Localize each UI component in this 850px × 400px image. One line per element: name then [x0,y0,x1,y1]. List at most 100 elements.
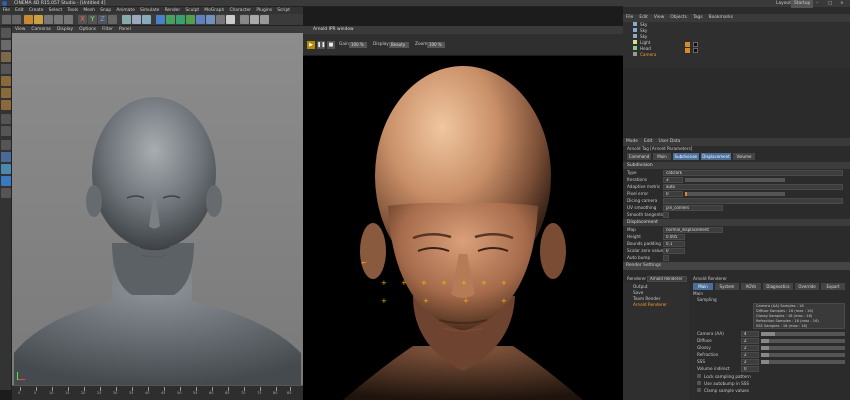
live-selection-icon[interactable] [24,15,33,24]
menu-mograph[interactable]: MoGraph [202,7,227,14]
array-icon[interactable] [186,15,195,24]
rs-tab-system[interactable]: System [715,283,739,290]
rs-tab-diagnostics[interactable]: Diagnostics [763,283,793,290]
cube-icon[interactable] [156,15,165,24]
x-axis-icon[interactable]: X [78,15,87,24]
scalar-zero-field[interactable]: 0 [663,248,685,254]
tweak-mode-icon[interactable] [1,126,11,136]
iterations-slider[interactable] [685,178,785,182]
viewport-menu-view[interactable]: View [12,26,28,33]
sss-slider[interactable] [761,360,845,364]
y-axis-icon[interactable]: Y [88,15,97,24]
tab-displacement[interactable]: Displacement [701,153,731,160]
menu-create[interactable]: Create [26,7,46,14]
menu-select[interactable]: Select [46,7,65,14]
zoom-field[interactable]: 100 % [427,42,445,48]
attr-menu-edit[interactable]: Edit [641,138,656,146]
refraction-slider[interactable] [761,353,845,357]
layout-dropdown[interactable]: Startup [791,0,814,8]
camera-aa-field[interactable]: 4 [741,331,759,337]
minimize-button[interactable]: – [813,0,821,8]
rs-item-arnold-renderer[interactable]: Arnold Renderer [633,302,667,308]
iterations-field[interactable]: 3 [663,177,683,183]
object-row[interactable]: Camera [633,52,656,58]
tab-volume[interactable]: Volume [733,153,755,160]
attr-menu-mode[interactable]: Mode [623,138,641,146]
menu-script[interactable]: Script [275,7,293,14]
light-icon[interactable] [226,15,235,24]
menu-file[interactable]: File [0,7,13,14]
subdiv-type-dropdown[interactable]: catclark [663,170,843,176]
render-settings-icon[interactable] [142,15,151,24]
move-icon[interactable] [34,15,43,24]
disp-height-field[interactable]: 0.005 [663,234,685,240]
sss-field[interactable]: 2 [741,359,759,365]
viewport-menu-panel[interactable]: Panel [116,26,134,33]
glossy-slider[interactable] [761,346,845,350]
environment-icon[interactable] [206,15,215,24]
arnold-light-icon[interactable] [250,15,259,24]
z-axis-icon[interactable]: Z [98,15,107,24]
diffuse-field[interactable]: 2 [741,338,759,344]
smooth-tangents-checkbox[interactable] [663,212,669,218]
menu-snap[interactable]: Snap [98,7,114,14]
checkbox-row[interactable]: Clamp sample values [697,388,749,394]
om-menu-tags[interactable]: Tags [690,14,706,22]
viewport-menu-options[interactable]: Options [76,26,99,33]
uv-smoothing-dropdown[interactable]: pin_corners [663,205,723,211]
glossy-field[interactable]: 2 [741,345,759,351]
rs-tab-export[interactable]: Export [821,283,845,290]
play-icon[interactable]: ▶ [307,41,315,49]
attr-menu-userdata[interactable]: User Data [655,138,683,146]
om-menu-bookmarks[interactable]: Bookmarks [706,14,737,22]
render-view-icon[interactable] [122,15,131,24]
head-model-grey[interactable] [12,33,303,385]
animation-timeline[interactable]: 0 5 10 15 20 25 30 35 40 45 50 55 60 65 … [12,385,303,400]
rs-sampling-section[interactable]: Sampling [697,297,717,303]
refraction-field[interactable]: 2 [741,352,759,358]
last-tool-icon[interactable] [64,15,73,24]
menu-animate[interactable]: Animate [114,7,138,14]
om-menu-file[interactable]: File [623,14,636,22]
om-menu-view[interactable]: View [651,14,667,22]
rs-tab-override[interactable]: Override [795,283,819,290]
coordinate-system-icon[interactable] [108,15,117,24]
spline-pen-icon[interactable] [166,15,175,24]
menu-mesh[interactable]: Mesh [81,7,98,14]
viewport-menu-filter[interactable]: Filter [99,26,116,33]
auto-bump-checkbox[interactable] [663,255,669,261]
dicing-camera-field[interactable] [663,198,843,204]
menu-simulate[interactable]: Simulate [137,7,162,14]
stop-icon[interactable]: ■ [327,41,335,49]
viewport-menu-display[interactable]: Display [54,26,76,33]
viewport-menu-cameras[interactable]: Cameras [28,26,54,33]
camera-aa-slider[interactable] [761,332,845,336]
make-editable-icon[interactable] [1,28,11,38]
rotate-icon[interactable] [54,15,63,24]
points-mode-icon[interactable] [1,76,11,86]
menu-plugins[interactable]: Plugins [254,7,275,14]
menu-tools[interactable]: Tools [65,7,81,14]
model-mode-icon[interactable] [1,40,11,50]
maximize-button[interactable]: □ [825,0,835,8]
workplane-icon[interactable] [1,64,11,74]
sculpt-icon[interactable] [1,152,11,162]
diffuse-slider[interactable] [761,339,845,343]
displacement-section[interactable]: Displacement [623,219,850,226]
planar-workplane-icon[interactable] [1,188,11,198]
pixel-error-field[interactable]: 0 [663,191,683,197]
close-button[interactable]: × [837,0,847,8]
rs-tab-aovs[interactable]: AOVs [741,283,761,290]
deformer-icon[interactable] [196,15,205,24]
display-dropdown[interactable]: Beauty [389,42,409,48]
pause-icon[interactable]: ❚❚ [317,41,325,49]
tab-command[interactable]: Command [627,153,651,160]
om-menu-objects[interactable]: Objects [667,14,690,22]
adaptive-metric-dropdown[interactable]: auto [663,184,843,190]
bounds-padding-field[interactable]: 0.1 [663,241,685,247]
perspective-viewport[interactable]: Perspective [12,33,303,385]
renderer-dropdown[interactable]: Arnold Renderer [647,276,687,282]
snap-icon[interactable] [1,140,11,150]
pixel-error-slider[interactable] [685,192,785,196]
subdivision-section[interactable]: Subdivision [623,162,850,169]
